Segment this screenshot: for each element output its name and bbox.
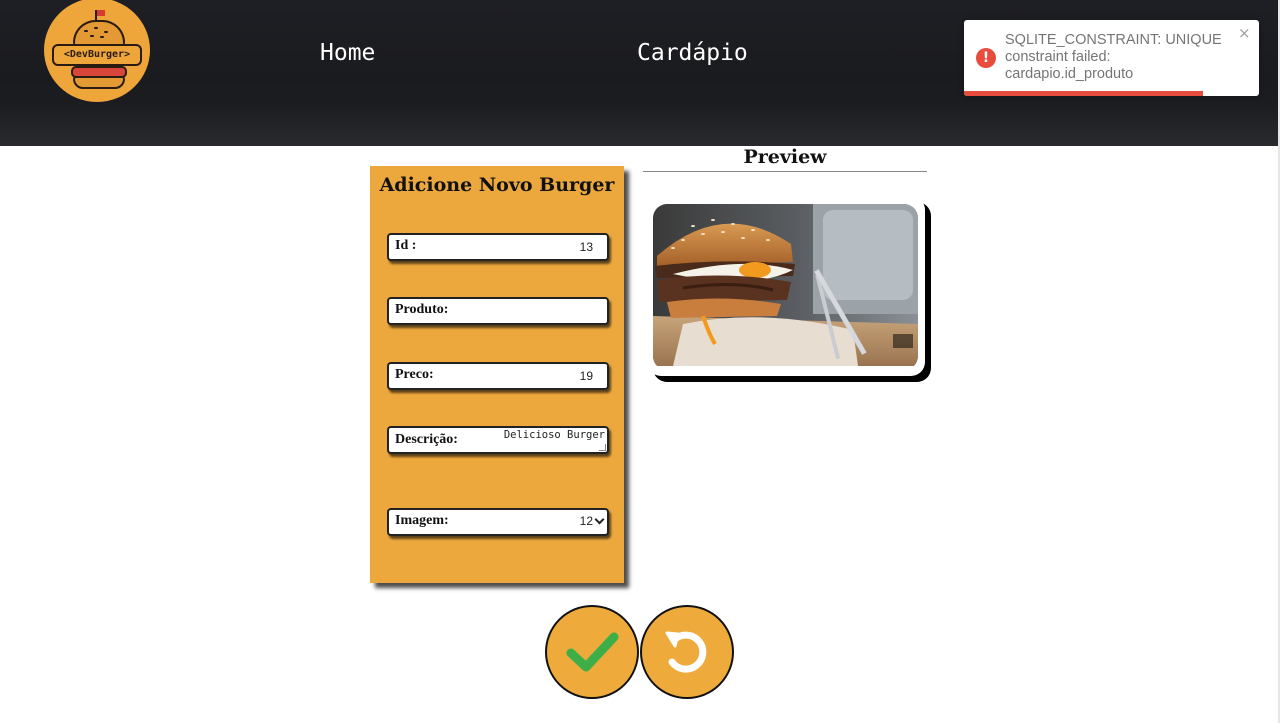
id-field[interactable]: Id : 13 xyxy=(387,233,609,261)
preco-field[interactable]: Preco: 19 xyxy=(387,362,609,390)
imagem-select-value: 12 xyxy=(579,514,593,528)
chevron-down-icon xyxy=(594,514,605,525)
imagem-field[interactable]: Imagem: 12 xyxy=(387,508,609,536)
produto-label: Produto: xyxy=(395,302,449,317)
id-label: Id : xyxy=(395,238,417,253)
devburger-logo[interactable]: <DevBurger> xyxy=(44,0,150,102)
toast-message: SQLITE_CONSTRAINT: UNIQUE constraint fai… xyxy=(1005,32,1222,82)
preview-card xyxy=(647,196,925,376)
descricao-label: Descrição: xyxy=(395,432,458,447)
logo-text: <DevBurger> xyxy=(52,44,142,66)
id-input[interactable]: 13 xyxy=(580,240,593,254)
check-icon xyxy=(566,632,619,672)
nav-home[interactable]: Home xyxy=(320,40,375,66)
form-title: Adicione Novo Burger xyxy=(379,174,615,196)
bun-top-icon xyxy=(73,20,125,46)
undo-icon xyxy=(665,631,707,673)
resize-handle-icon[interactable] xyxy=(599,444,606,451)
burger-photo xyxy=(653,204,918,370)
imagem-select[interactable]: 12 xyxy=(579,514,605,528)
preco-label: Preco: xyxy=(395,367,434,382)
nav-cardapio[interactable]: Cardápio xyxy=(637,40,748,66)
add-burger-form: Adicione Novo Burger Id : 13 Produto: Pr… xyxy=(370,166,624,583)
imagem-label: Imagem: xyxy=(395,513,449,528)
toast-progress-bar xyxy=(964,91,1203,96)
reset-button[interactable] xyxy=(640,605,734,699)
error-toast: ! SQLITE_CONSTRAINT: UNIQUE constraint f… xyxy=(964,20,1259,96)
descricao-field[interactable]: Descrição: Delicioso Burger xyxy=(387,426,609,454)
preview-title: Preview xyxy=(743,146,827,168)
confirm-button[interactable] xyxy=(545,605,639,699)
preco-input[interactable]: 19 xyxy=(580,369,593,383)
bun-bottom-icon xyxy=(73,76,125,89)
close-icon[interactable]: × xyxy=(1238,24,1251,42)
descricao-textarea[interactable]: Delicioso Burger xyxy=(504,429,605,441)
produto-field[interactable]: Produto: xyxy=(387,297,609,325)
error-icon: ! xyxy=(976,48,996,68)
divider xyxy=(643,171,927,172)
